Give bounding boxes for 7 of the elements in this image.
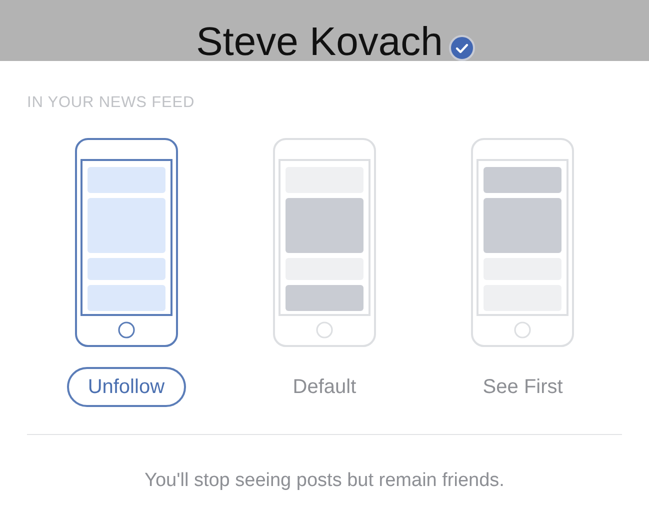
option-button[interactable]: See First: [462, 367, 584, 407]
description-text: You'll stop seeing posts but remain friends.: [144, 470, 506, 492]
option-button[interactable]: Unfollow: [66, 367, 186, 407]
option-button[interactable]: Default: [272, 367, 378, 407]
section-title: IN YOUR NEWS FEED: [27, 94, 196, 112]
profile-name: Steve Kovach: [196, 20, 443, 64]
phone-icon[interactable]: [74, 138, 178, 347]
